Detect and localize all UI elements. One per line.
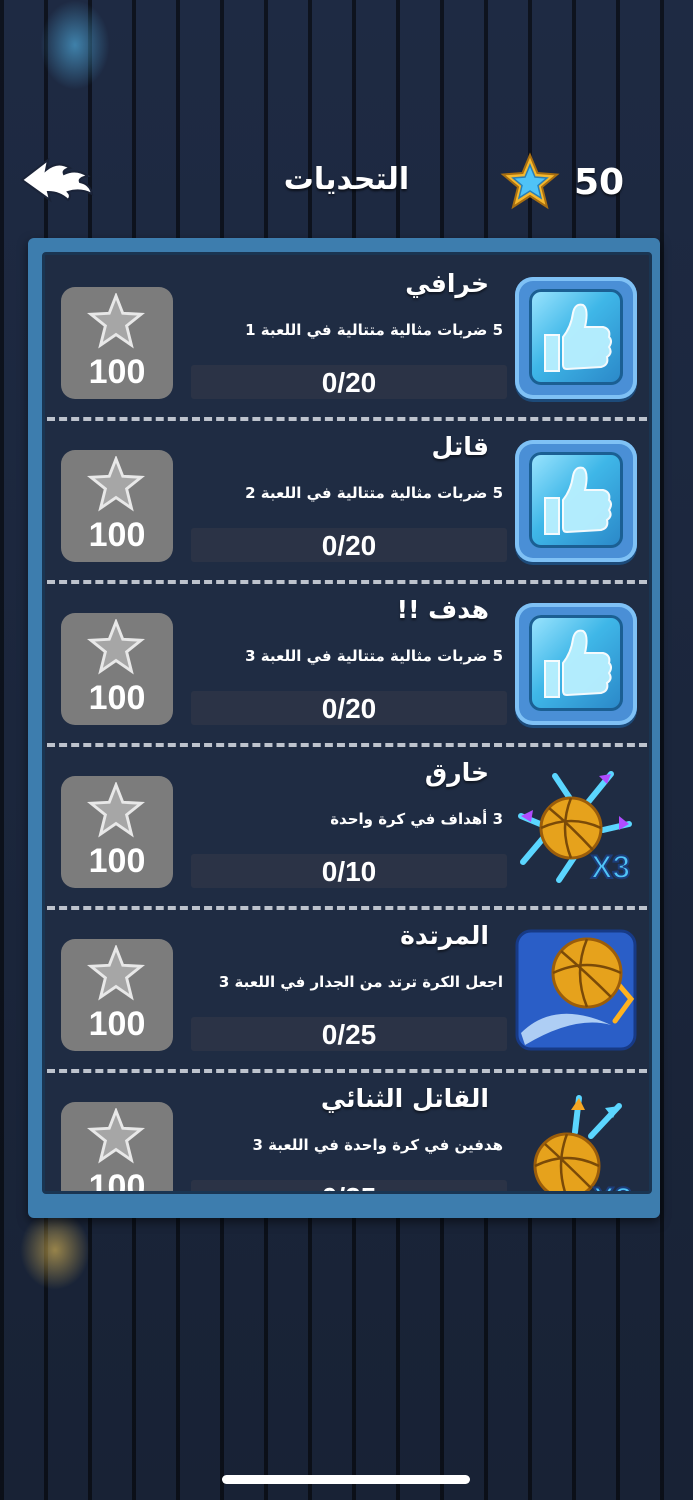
basketball-bounce-icon <box>515 929 637 1051</box>
challenge-badge <box>515 440 637 562</box>
star-total: 50 <box>574 162 625 203</box>
challenge-description: 5 ضربات مثالية متتالية في اللعبة 3 <box>245 647 503 665</box>
challenge-badge: X2 <box>515 1092 637 1194</box>
basketball-x3-icon: X3 <box>518 771 632 886</box>
challenge-badge <box>515 929 637 1051</box>
challenge-row: 100 خارق 3 أهداف في كرة واحدة 0/10 X3 <box>45 744 649 906</box>
progress-text: 0/10 <box>321 856 377 887</box>
light-glow <box>20 1210 90 1290</box>
star-outline-icon <box>87 293 145 349</box>
challenge-description: اجعل الكرة ترتد من الجدار في اللعبة 3 <box>218 973 503 991</box>
reward-box[interactable]: 100 <box>61 287 173 399</box>
progress-text: 0/20 <box>321 530 377 561</box>
challenge-name: قاتل <box>431 432 489 461</box>
challenge-badge <box>515 277 637 399</box>
progress-bar: 0/10 <box>191 854 507 888</box>
reward-box[interactable]: 100 <box>61 1102 173 1194</box>
challenge-row: 100 هدف !! 5 ضربات مثالية متتالية في الل… <box>45 581 649 743</box>
reward-value: 100 <box>88 516 146 554</box>
challenge-badge <box>515 603 637 725</box>
star-outline-icon <box>87 782 145 838</box>
reward-value: 100 <box>88 842 146 880</box>
thumbs-up-icon <box>544 466 612 535</box>
challenge-description: هدفين في كرة واحدة في اللعبة 3 <box>252 1136 503 1154</box>
reward-box[interactable]: 100 <box>61 776 173 888</box>
challenge-name: المرتدة <box>400 921 489 950</box>
home-indicator[interactable] <box>222 1475 470 1484</box>
thumbs-up-icon <box>544 629 612 698</box>
progress-bar: 0/25 <box>191 1017 507 1051</box>
challenges-panel: 100 خرافي 5 ضربات مثالية متتالية في اللع… <box>28 238 660 1218</box>
reward-box[interactable]: 100 <box>61 613 173 725</box>
progress-bar: 0/25 <box>191 1180 507 1191</box>
star-outline-icon <box>87 619 145 675</box>
reward-value: 100 <box>88 1168 146 1194</box>
challenges-list[interactable]: 100 خرافي 5 ضربات مثالية متتالية في اللع… <box>42 252 652 1194</box>
challenge-row: 100 قاتل 5 ضربات مثالية متتالية في اللعب… <box>45 418 649 580</box>
progress-bar: 0/20 <box>191 528 507 562</box>
progress-bar: 0/20 <box>191 365 507 399</box>
top-bar: التحديات 50 <box>0 150 693 220</box>
challenge-name: خارق <box>424 758 489 787</box>
reward-box[interactable]: 100 <box>61 939 173 1051</box>
challenge-row: 100 القاتل الثنائي هدفين في كرة واحدة في… <box>45 1070 649 1194</box>
challenge-description: 5 ضربات مثالية متتالية في اللعبة 2 <box>245 484 503 502</box>
basketball-x2-icon: X2 <box>533 1095 633 1194</box>
reward-value: 100 <box>88 353 146 391</box>
multiplier-label: X2 <box>593 1181 632 1194</box>
challenge-description: 3 أهداف في كرة واحدة <box>330 810 503 828</box>
progress-text: 0/25 <box>191 1182 507 1191</box>
progress-text: 0/25 <box>321 1019 377 1050</box>
reward-value: 100 <box>88 1005 146 1043</box>
star-outline-icon <box>87 456 145 512</box>
challenge-description: 5 ضربات مثالية متتالية في اللعبة 1 <box>245 321 503 339</box>
reward-box[interactable]: 100 <box>61 450 173 562</box>
challenge-row: 100 خرافي 5 ضربات مثالية متتالية في اللع… <box>45 255 649 417</box>
star-outline-icon <box>87 945 145 1001</box>
challenge-name: القاتل الثنائي <box>320 1084 489 1113</box>
challenge-row: 100 المرتدة اجعل الكرة ترتد من الجدار في… <box>45 907 649 1069</box>
challenge-name: خرافي <box>405 269 489 298</box>
challenge-badge: X3 <box>515 766 637 888</box>
progress-text: 0/20 <box>321 693 377 724</box>
light-glow <box>40 0 110 90</box>
progress-text: 0/20 <box>321 367 377 398</box>
star-counter: 50 <box>500 152 640 212</box>
reward-value: 100 <box>88 679 146 717</box>
star-icon <box>500 152 560 210</box>
thumbs-up-icon <box>544 303 612 372</box>
challenge-name: هدف !! <box>396 595 489 624</box>
multiplier-label: X3 <box>591 849 630 885</box>
star-outline-icon <box>87 1108 145 1164</box>
progress-bar: 0/20 <box>191 691 507 725</box>
